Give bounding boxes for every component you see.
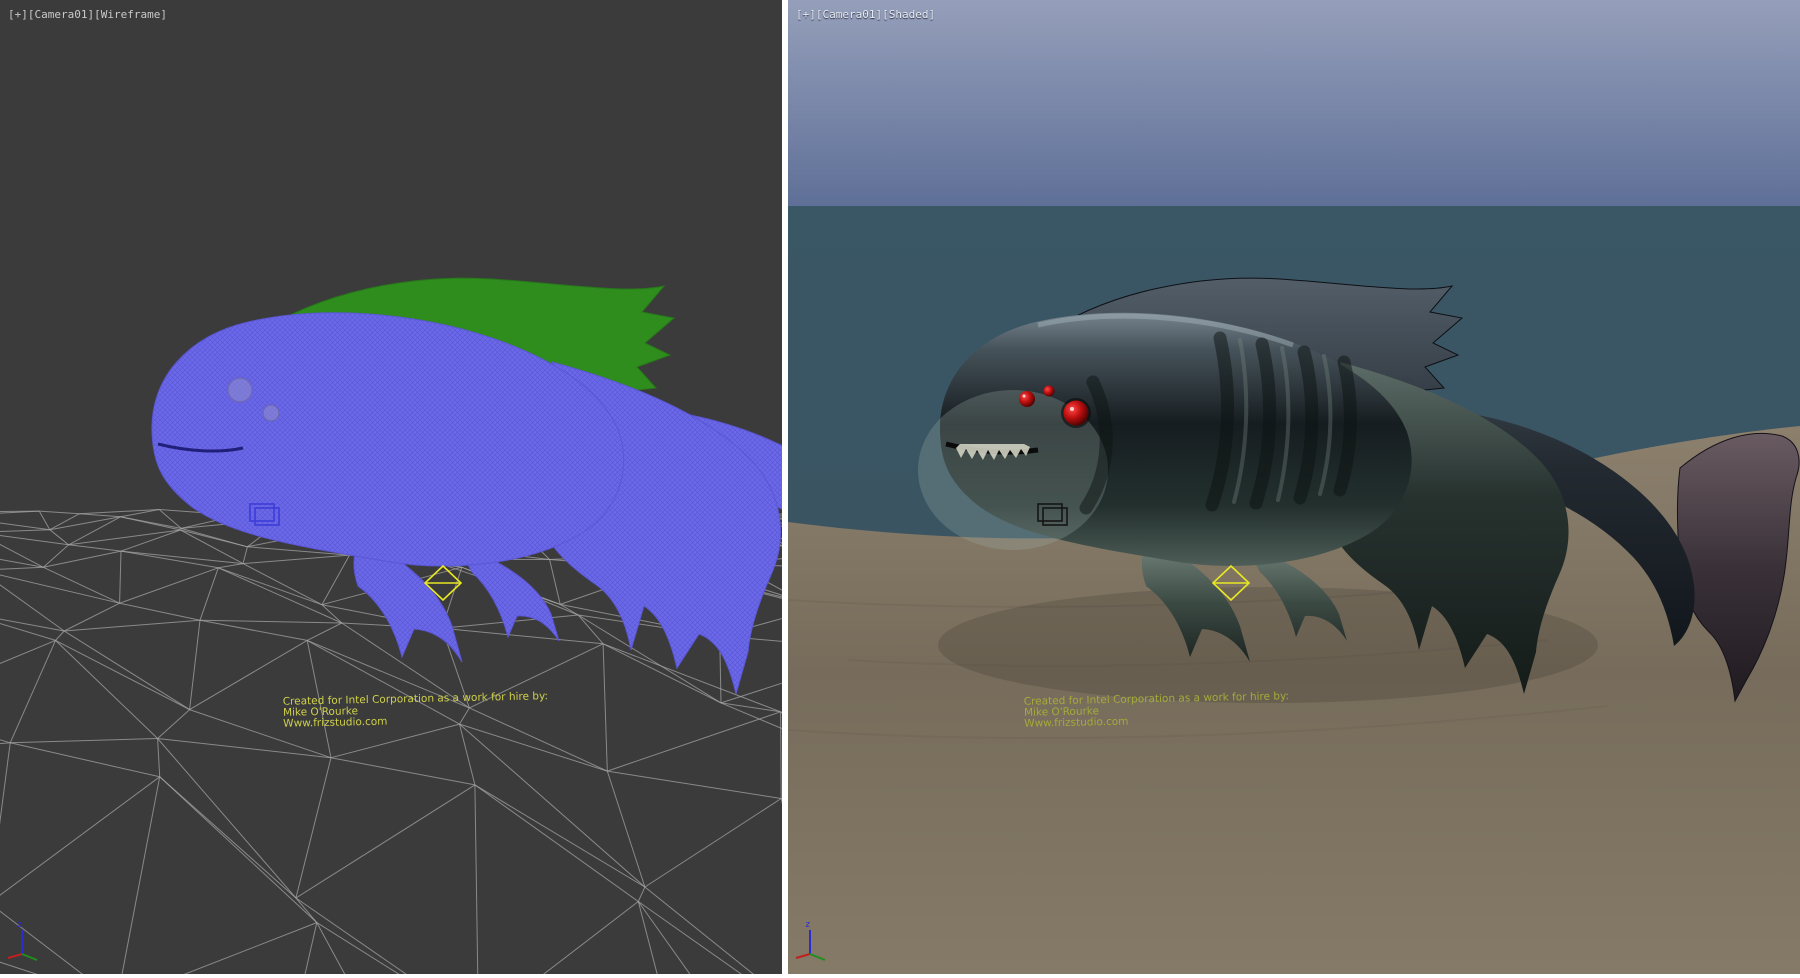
viewport-menu-shading[interactable]: [Wireframe] xyxy=(94,8,167,21)
viewport-menu-shading[interactable]: [Shaded] xyxy=(882,8,935,21)
axis-y-line xyxy=(22,954,37,960)
viewport-wireframe[interactable]: [+][Camera01][Wireframe] Created for Int… xyxy=(0,0,782,974)
axis-z-label: z xyxy=(805,920,810,930)
fish-caudal-fin[interactable] xyxy=(1677,433,1799,701)
viewport-menu-pov[interactable]: [Camera01] xyxy=(28,8,94,21)
viewport-menu-pov[interactable]: [Camera01] xyxy=(816,8,882,21)
viewport-shaded[interactable]: [+][Camera01][Shaded] Created for Intel … xyxy=(788,0,1800,974)
viewport-area: [+][Camera01][Wireframe] Created for Int… xyxy=(0,0,1800,978)
axis-y-line xyxy=(810,954,825,960)
credit-text: Created for Intel Corporation as a work … xyxy=(1024,691,1290,730)
world-axis-tripod: z xyxy=(6,916,50,964)
axis-x-line xyxy=(796,954,810,958)
viewport-menu-general[interactable]: [+] xyxy=(8,8,28,21)
axis-x-line xyxy=(8,954,22,958)
fish-model-shaded[interactable] xyxy=(788,0,1800,974)
viewport-label: [+][Camera01][Shaded] xyxy=(796,8,935,21)
viewport-label: [+][Camera01][Wireframe] xyxy=(8,8,167,21)
viewport-menu-general[interactable]: [+] xyxy=(796,8,816,21)
credit-text: Created for Intel Corporation as a work … xyxy=(283,691,549,730)
axis-z-label: z xyxy=(17,920,22,930)
world-axis-tripod: z xyxy=(794,916,838,964)
fish-model-wireframe[interactable] xyxy=(0,0,782,974)
